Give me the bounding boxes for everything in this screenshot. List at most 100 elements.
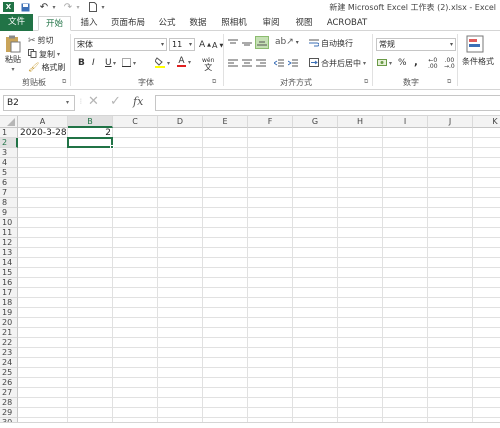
- undo-dropdown-icon[interactable]: ▾: [51, 2, 57, 12]
- row-header-20[interactable]: 20: [0, 318, 18, 328]
- fill-color-button[interactable]: ▾: [154, 57, 170, 70]
- number-format-select[interactable]: 常规 ▾: [376, 38, 456, 51]
- tab-review[interactable]: 审阅: [259, 16, 283, 31]
- align-right-button[interactable]: [256, 59, 266, 68]
- tab-insert[interactable]: 插入: [76, 16, 102, 31]
- name-box-dropdown-icon[interactable]: ▾: [66, 99, 69, 106]
- row-header-5[interactable]: 5: [0, 168, 18, 178]
- wrap-text-button[interactable]: 自动换行: [309, 38, 353, 49]
- font-launcher-icon[interactable]: ⧉: [212, 78, 216, 86]
- row-header-11[interactable]: 11: [0, 228, 18, 238]
- cut-button[interactable]: ✂ 剪切: [28, 35, 54, 46]
- percent-button[interactable]: %: [398, 58, 407, 68]
- row-header-19[interactable]: 19: [0, 308, 18, 318]
- row-header-17[interactable]: 17: [0, 288, 18, 298]
- font-size-select[interactable]: 11 ▾: [169, 38, 195, 51]
- row-header-12[interactable]: 12: [0, 238, 18, 248]
- align-center-button[interactable]: [242, 59, 252, 68]
- insert-function-button[interactable]: fx: [133, 95, 143, 108]
- row-header-26[interactable]: 26: [0, 378, 18, 388]
- row-header-14[interactable]: 14: [0, 258, 18, 268]
- underline-dropdown-icon[interactable]: ▾: [113, 60, 116, 67]
- formula-input[interactable]: [155, 95, 500, 111]
- paste-button[interactable]: 粘贴 ▾: [5, 35, 21, 73]
- row-header-27[interactable]: 27: [0, 388, 18, 398]
- column-header-d[interactable]: D: [158, 116, 203, 128]
- format-painter-button[interactable]: 🖌 格式刷: [28, 62, 65, 73]
- increase-decimal-button[interactable]: ←0.00: [428, 58, 438, 70]
- comma-style-button[interactable]: ,: [414, 57, 418, 68]
- align-bottom-button[interactable]: [255, 36, 269, 49]
- clipboard-launcher-icon[interactable]: ⧉: [62, 78, 66, 86]
- conditional-formatting-icon[interactable]: [466, 35, 484, 53]
- tab-camera[interactable]: 照相机: [217, 16, 251, 31]
- tab-page-layout[interactable]: 页面布局: [108, 16, 148, 31]
- row-header-1[interactable]: 1: [0, 128, 18, 138]
- decrease-indent-button[interactable]: [274, 59, 284, 68]
- column-header-c[interactable]: C: [113, 116, 158, 128]
- active-cell-border[interactable]: [67, 137, 113, 148]
- row-header-18[interactable]: 18: [0, 298, 18, 308]
- tab-formulas[interactable]: 公式: [156, 16, 178, 31]
- row-header-7[interactable]: 7: [0, 188, 18, 198]
- tab-data[interactable]: 数据: [186, 16, 210, 31]
- font-name-select[interactable]: 宋体 ▾: [74, 38, 167, 51]
- align-top-button[interactable]: [228, 39, 238, 48]
- column-header-e[interactable]: E: [203, 116, 248, 128]
- name-box[interactable]: B2: [3, 95, 75, 111]
- column-header-i[interactable]: I: [383, 116, 428, 128]
- row-header-28[interactable]: 28: [0, 398, 18, 408]
- tab-file[interactable]: 文件: [0, 14, 33, 31]
- italic-button[interactable]: I: [92, 58, 95, 68]
- conditional-formatting-button[interactable]: 条件格式: [462, 56, 494, 67]
- redo-dropdown-icon[interactable]: ▾: [75, 2, 81, 12]
- tab-view[interactable]: 视图: [292, 16, 316, 31]
- borders-button[interactable]: ▾: [122, 58, 136, 69]
- cancel-icon[interactable]: ✕: [88, 94, 99, 109]
- tab-home[interactable]: 开始: [38, 16, 71, 31]
- merge-center-button[interactable]: 合并后居中 ▾: [309, 58, 366, 69]
- row-header-15[interactable]: 15: [0, 268, 18, 278]
- underline-button[interactable]: U: [105, 58, 112, 68]
- fill-handle[interactable]: [110, 145, 114, 149]
- column-header-b[interactable]: B: [68, 116, 113, 128]
- row-header-10[interactable]: 10: [0, 218, 18, 228]
- orientation-button[interactable]: ab↗ ▾: [275, 37, 299, 47]
- align-middle-button[interactable]: [242, 39, 252, 48]
- bold-button[interactable]: B: [78, 58, 85, 68]
- row-header-8[interactable]: 8: [0, 198, 18, 208]
- column-header-j[interactable]: J: [428, 116, 473, 128]
- row-header-6[interactable]: 6: [0, 178, 18, 188]
- row-header-4[interactable]: 4: [0, 158, 18, 168]
- row-header-16[interactable]: 16: [0, 278, 18, 288]
- row-header-23[interactable]: 23: [0, 348, 18, 358]
- undo-icon[interactable]: ↶: [38, 2, 50, 13]
- copy-button[interactable]: 复制 ▾: [28, 49, 60, 60]
- phonetic-guide-button[interactable]: wén 文: [202, 57, 214, 72]
- row-header-2[interactable]: 2: [0, 138, 18, 148]
- horizontal-scrollbar[interactable]: [0, 422, 500, 428]
- alignment-launcher-icon[interactable]: ⧉: [364, 78, 368, 86]
- row-header-9[interactable]: 9: [0, 208, 18, 218]
- row-header-3[interactable]: 3: [0, 148, 18, 158]
- grow-font-button[interactable]: A ▲: [199, 40, 211, 50]
- row-header-24[interactable]: 24: [0, 358, 18, 368]
- row-header-21[interactable]: 21: [0, 328, 18, 338]
- new-file-icon[interactable]: [88, 2, 97, 12]
- redo-icon[interactable]: ↷: [62, 2, 74, 13]
- tab-acrobat[interactable]: ACROBAT: [325, 16, 369, 31]
- accounting-format-button[interactable]: ▾: [377, 58, 392, 69]
- font-color-button[interactable]: A ▾: [177, 57, 191, 67]
- number-launcher-icon[interactable]: ⧉: [447, 78, 451, 86]
- save-icon[interactable]: [20, 2, 31, 12]
- customize-toolbar-icon[interactable]: ▾: [100, 2, 106, 12]
- row-header-29[interactable]: 29: [0, 408, 18, 418]
- align-left-button[interactable]: [228, 59, 238, 68]
- row-header-22[interactable]: 22: [0, 338, 18, 348]
- column-header-h[interactable]: H: [338, 116, 383, 128]
- column-header-f[interactable]: F: [248, 116, 293, 128]
- cell-a1[interactable]: 2020-3-28: [20, 128, 72, 138]
- column-header-k[interactable]: K: [473, 116, 500, 128]
- increase-indent-button[interactable]: [288, 59, 298, 68]
- shrink-font-button[interactable]: A ▼: [212, 41, 223, 50]
